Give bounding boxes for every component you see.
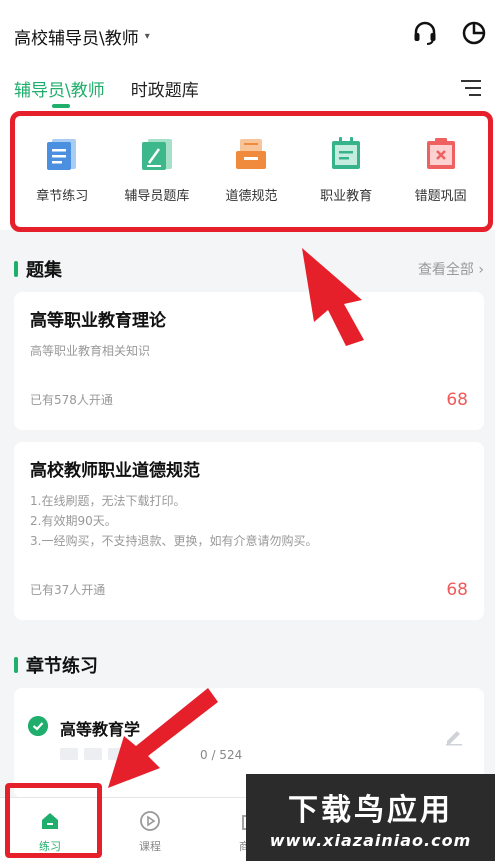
view-all-link[interactable]: 查看全部 › [418, 259, 484, 279]
chapter-book-icon [47, 139, 77, 170]
menu-line [469, 94, 481, 96]
watermark-title: 下载鸟应用 [288, 793, 453, 828]
quick-item-label: 职业教育 [320, 189, 373, 204]
quick-item-label: 错题巩固 [414, 189, 467, 204]
section-accent-bar [14, 261, 18, 277]
career-calendar-icon [332, 137, 361, 169]
school-selector[interactable]: 高校辅导员\教师 ▾ [14, 22, 150, 50]
subscriber-count: 已有37人开通 [30, 583, 106, 597]
quick-item-ethics[interactable]: 道德规范 [206, 135, 296, 204]
pencil-icon[interactable] [444, 726, 464, 746]
watermark-logo: 下载鸟应用 www.xiazainiao.com [246, 774, 495, 861]
menu-line [461, 80, 481, 82]
problem-set-card[interactable]: 高等职业教育理论 高等职业教育相关知识 已有578人开通 68 [14, 292, 484, 430]
nav-courses[interactable]: 课程 [100, 798, 200, 861]
quick-item-career-education[interactable]: 职业教育 [301, 135, 391, 204]
card-description: 1.在线刷题，无法下载打印。 2.有效期90天。 3.一经购买，不支持退款、更换… [30, 491, 468, 551]
problem-set-card[interactable]: 高校教师职业道德规范 1.在线刷题，无法下载打印。 2.有效期90天。 3.一经… [14, 442, 484, 620]
problem-sets-header: 题集 查看全部 › [14, 256, 484, 282]
ethics-tray-icon [236, 139, 267, 169]
nav-label: 课程 [139, 840, 161, 853]
price: 68 [446, 580, 468, 600]
menu-icon[interactable] [461, 80, 481, 96]
menu-line [465, 87, 481, 89]
card-title: 高等职业教育理论 [30, 311, 166, 331]
annotation-arrow-down [108, 688, 218, 788]
annotation-arrow-up [302, 248, 364, 346]
quick-item-label: 章节练习 [36, 189, 89, 204]
quick-item-label: 道德规范 [225, 189, 278, 204]
quick-item-wrong-questions[interactable]: 错题巩固 [396, 135, 486, 204]
category-tabs: 辅导员\教师 时政题库 [14, 76, 199, 111]
tab-current-affairs[interactable]: 时政题库 [131, 76, 199, 111]
headset-icon[interactable] [412, 20, 438, 46]
section-title: 题集 [26, 260, 62, 281]
chapter-practice-header: 章节练习 [14, 652, 484, 678]
play-circle-icon [140, 811, 160, 831]
section-accent-bar [14, 657, 18, 673]
chevron-down-icon: ▾ [144, 30, 150, 42]
quick-item-question-bank[interactable]: 辅导员题库 [112, 135, 202, 204]
card-description: 高等职业教育相关知识 [30, 341, 468, 361]
quick-item-chapter-practice[interactable]: 章节练习 [17, 135, 107, 204]
watermark-url: www.xiazainiao.com [269, 831, 472, 850]
wrong-question-icon [426, 138, 455, 169]
school-selector-label: 高校辅导员\教师 [14, 28, 139, 49]
card-title: 高校教师职业道德规范 [30, 461, 200, 481]
quick-menu: 章节练习 辅导员题库 道德规范 职业教育 错题巩固 [15, 135, 488, 204]
pie-chart-icon[interactable] [461, 20, 487, 46]
progress-block [60, 748, 78, 760]
card-desc-line: 高等职业教育相关知识 [30, 344, 151, 358]
card-desc-line: 2.有效期90天。 [30, 514, 117, 528]
tab-counselor-teacher[interactable]: 辅导员\教师 [14, 76, 105, 111]
annotation-highlight-nav [5, 783, 102, 858]
subscriber-count: 已有578人开通 [30, 393, 113, 407]
card-desc-line: 1.在线刷题，无法下载打印。 [30, 494, 186, 508]
check-circle-icon [28, 716, 48, 736]
section-title: 章节练习 [26, 656, 98, 677]
question-bank-icon [141, 139, 172, 170]
card-desc-line: 3.一经购买，不支持退款、更换，如有介意请勿购买。 [30, 534, 318, 548]
quick-item-label: 辅导员题库 [124, 189, 190, 204]
price: 68 [446, 390, 468, 410]
